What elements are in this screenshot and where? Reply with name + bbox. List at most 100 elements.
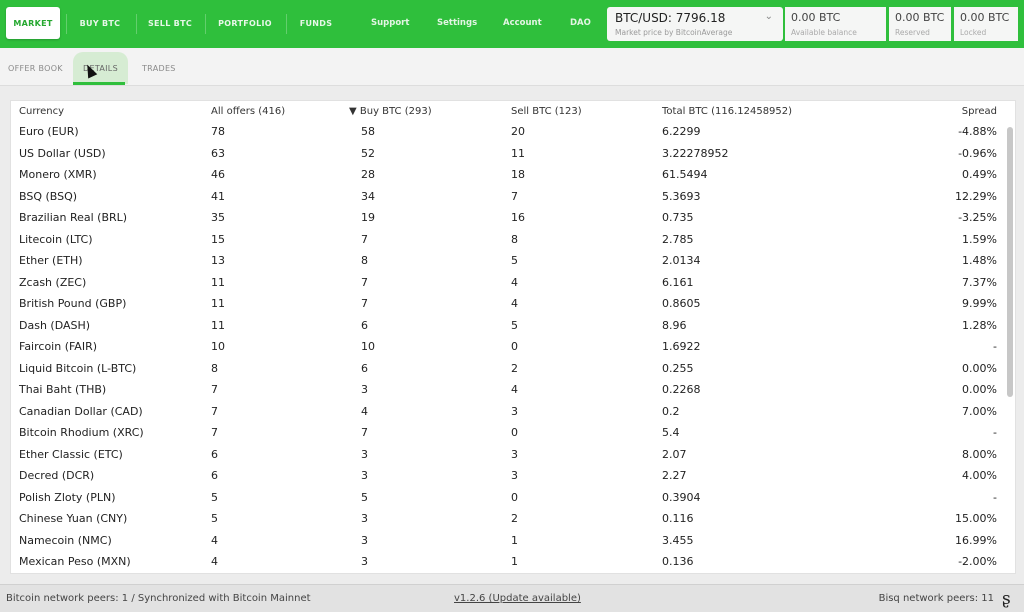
cell-buy-btc: 7 <box>361 297 368 310</box>
tab-trades[interactable]: TRADES <box>142 58 176 78</box>
cell-buy-btc: 52 <box>361 146 375 160</box>
table-row[interactable]: Litecoin (LTC) 15 7 8 2.785 1.59% <box>11 230 1017 252</box>
cell-all-offers: 8 <box>211 361 218 375</box>
cell-spread: 0.00% <box>962 361 997 375</box>
cell-total-btc: 0.255 <box>662 361 694 375</box>
nav-market-button[interactable]: MARKET <box>6 7 60 39</box>
nav-buy-btc-button[interactable]: BUY BTC <box>70 7 130 39</box>
cell-all-offers: 7 <box>211 426 218 439</box>
table-row[interactable]: Liquid Bitcoin (L-BTC) 8 6 2 0.255 0.00% <box>11 359 1017 381</box>
tab-offer-book[interactable]: OFFER BOOK <box>8 58 63 78</box>
cell-total-btc: 61.5494 <box>662 168 708 181</box>
table-row[interactable]: Decred (DCR) 6 3 3 2.27 4.00% <box>11 466 1017 488</box>
table-row[interactable]: Thai Baht (THB) 7 3 4 0.2268 0.00% <box>11 380 1017 402</box>
cell-sell-btc: 18 <box>511 168 525 181</box>
cell-sell-btc: 3 <box>511 404 518 418</box>
table-row[interactable]: Canadian Dollar (CAD) 7 4 3 0.2 7.00% <box>11 402 1017 424</box>
cell-buy-btc: 8 <box>361 254 368 267</box>
cell-spread: -3.25% <box>958 211 997 224</box>
cell-currency: Chinese Yuan (CNY) <box>19 512 128 525</box>
cell-buy-btc: 3 <box>361 555 368 568</box>
column-header-spread[interactable]: Spread <box>962 106 997 117</box>
column-header-sell-btc[interactable]: Sell BTC (123) <box>511 106 582 117</box>
nav-funds-button[interactable]: FUNDS <box>290 7 342 39</box>
cell-total-btc: 1.6922 <box>662 340 701 353</box>
cell-spread: 12.29% <box>955 189 997 203</box>
nav-sell-btc-button[interactable]: SELL BTC <box>140 7 200 39</box>
cell-all-offers: 5 <box>211 490 218 504</box>
table-row[interactable]: Namecoin (NMC) 4 3 1 3.455 16.99% <box>11 531 1017 553</box>
table-row[interactable]: Brazilian Real (BRL) 35 19 16 0.735 -3.25% <box>11 208 1017 230</box>
cell-total-btc: 0.2268 <box>662 383 701 396</box>
cell-all-offers: 6 <box>211 469 218 482</box>
locked-balance: 0.00 BTC Locked <box>954 7 1018 41</box>
available-balance-label: Available balance <box>791 28 857 37</box>
column-header-total-btc[interactable]: Total BTC (116.12458952) <box>662 106 792 117</box>
table-row[interactable]: Faircoin (FAIR) 10 10 0 1.6922 - <box>11 337 1017 359</box>
cell-sell-btc: 3 <box>511 469 518 482</box>
table-row[interactable]: BSQ (BSQ) 41 34 7 5.3693 12.29% <box>11 187 1017 209</box>
cell-total-btc: 2.785 <box>662 232 694 246</box>
cell-sell-btc: 16 <box>511 211 525 224</box>
cell-buy-btc: 10 <box>361 340 375 353</box>
cell-sell-btc: 5 <box>511 254 518 267</box>
currency-details-table: Currency All offers (416) ▼ Buy BTC (293… <box>10 100 1016 574</box>
cell-all-offers: 4 <box>211 533 218 547</box>
nav-settings-link[interactable]: Settings <box>437 7 477 39</box>
table-row[interactable]: Ether Classic (ETC) 6 3 3 2.07 8.00% <box>11 445 1017 467</box>
chevron-down-icon[interactable]: ⌄ <box>765 11 773 22</box>
cell-spread: 7.37% <box>962 275 997 289</box>
cell-total-btc: 3.455 <box>662 533 694 547</box>
cell-currency: British Pound (GBP) <box>19 297 127 310</box>
cell-all-offers: 11 <box>211 275 225 289</box>
cell-currency: Mexican Peso (MXN) <box>19 555 131 568</box>
cell-currency: Litecoin (LTC) <box>19 232 93 246</box>
cell-total-btc: 0.3904 <box>662 490 701 504</box>
column-header-all-offers[interactable]: All offers (416) <box>211 106 285 117</box>
table-row[interactable]: Monero (XMR) 46 28 18 61.5494 0.49% <box>11 165 1017 187</box>
table-scrollbar[interactable] <box>1007 127 1013 397</box>
cell-all-offers: 6 <box>211 447 218 461</box>
cell-spread: 0.49% <box>962 168 997 181</box>
nav-dao-link[interactable]: DAO <box>570 7 591 39</box>
cell-sell-btc: 4 <box>511 275 518 289</box>
cell-currency: Ether Classic (ETC) <box>19 447 123 461</box>
table-row[interactable]: Euro (EUR) 78 58 20 6.2299 -4.88% <box>11 122 1017 144</box>
cell-spread: 7.00% <box>962 404 997 418</box>
cell-all-offers: 15 <box>211 232 225 246</box>
cell-currency: Faircoin (FAIR) <box>19 340 98 353</box>
cell-currency: US Dollar (USD) <box>19 146 106 160</box>
market-price-source: Market price by BitcoinAverage <box>615 28 733 37</box>
cell-spread: 1.48% <box>962 254 997 267</box>
table-row[interactable]: British Pound (GBP) 11 7 4 0.8605 9.99% <box>11 294 1017 316</box>
nav-support-link[interactable]: Support <box>371 7 409 39</box>
cell-sell-btc: 5 <box>511 318 518 332</box>
table-row[interactable]: Ether (ETH) 13 8 5 2.0134 1.48% <box>11 251 1017 273</box>
column-header-currency[interactable]: Currency <box>19 106 64 117</box>
cell-currency: Monero (XMR) <box>19 168 97 181</box>
cell-buy-btc: 3 <box>361 533 368 547</box>
cell-all-offers: 10 <box>211 340 225 353</box>
table-row[interactable]: Mexican Peso (MXN) 4 3 1 0.136 -2.00% <box>11 552 1017 574</box>
cell-total-btc: 0.8605 <box>662 297 701 310</box>
tab-details[interactable]: DETAILS <box>73 52 128 84</box>
column-header-buy-btc[interactable]: ▼ Buy BTC (293) <box>349 106 432 117</box>
nav-account-link[interactable]: Account <box>503 7 542 39</box>
cell-spread: - <box>993 426 997 439</box>
table-row[interactable]: Chinese Yuan (CNY) 5 3 2 0.116 15.00% <box>11 509 1017 531</box>
cell-currency: Decred (DCR) <box>19 469 95 482</box>
nav-portfolio-button[interactable]: PORTFOLIO <box>208 7 282 39</box>
cell-spread: 1.59% <box>962 232 997 246</box>
cell-sell-btc: 1 <box>511 533 518 547</box>
table-row[interactable]: Polish Zloty (PLN) 5 5 0 0.3904 - <box>11 488 1017 510</box>
cell-sell-btc: 2 <box>511 512 518 525</box>
cell-spread: 4.00% <box>962 469 997 482</box>
table-row[interactable]: Dash (DASH) 11 6 5 8.96 1.28% <box>11 316 1017 338</box>
table-row[interactable]: Zcash (ZEC) 11 7 4 6.161 7.37% <box>11 273 1017 295</box>
table-row[interactable]: Bitcoin Rhodium (XRC) 7 7 0 5.4 - <box>11 423 1017 445</box>
market-price-selector[interactable]: BTC/USD: 7796.18 Market price by Bitcoin… <box>607 7 783 41</box>
cell-spread: 1.28% <box>962 318 997 332</box>
cell-total-btc: 6.2299 <box>662 125 701 138</box>
version-update-link[interactable]: v1.2.6 (Update available) <box>454 593 581 604</box>
table-row[interactable]: US Dollar (USD) 63 52 11 3.22278952 -0.96% <box>11 144 1017 166</box>
